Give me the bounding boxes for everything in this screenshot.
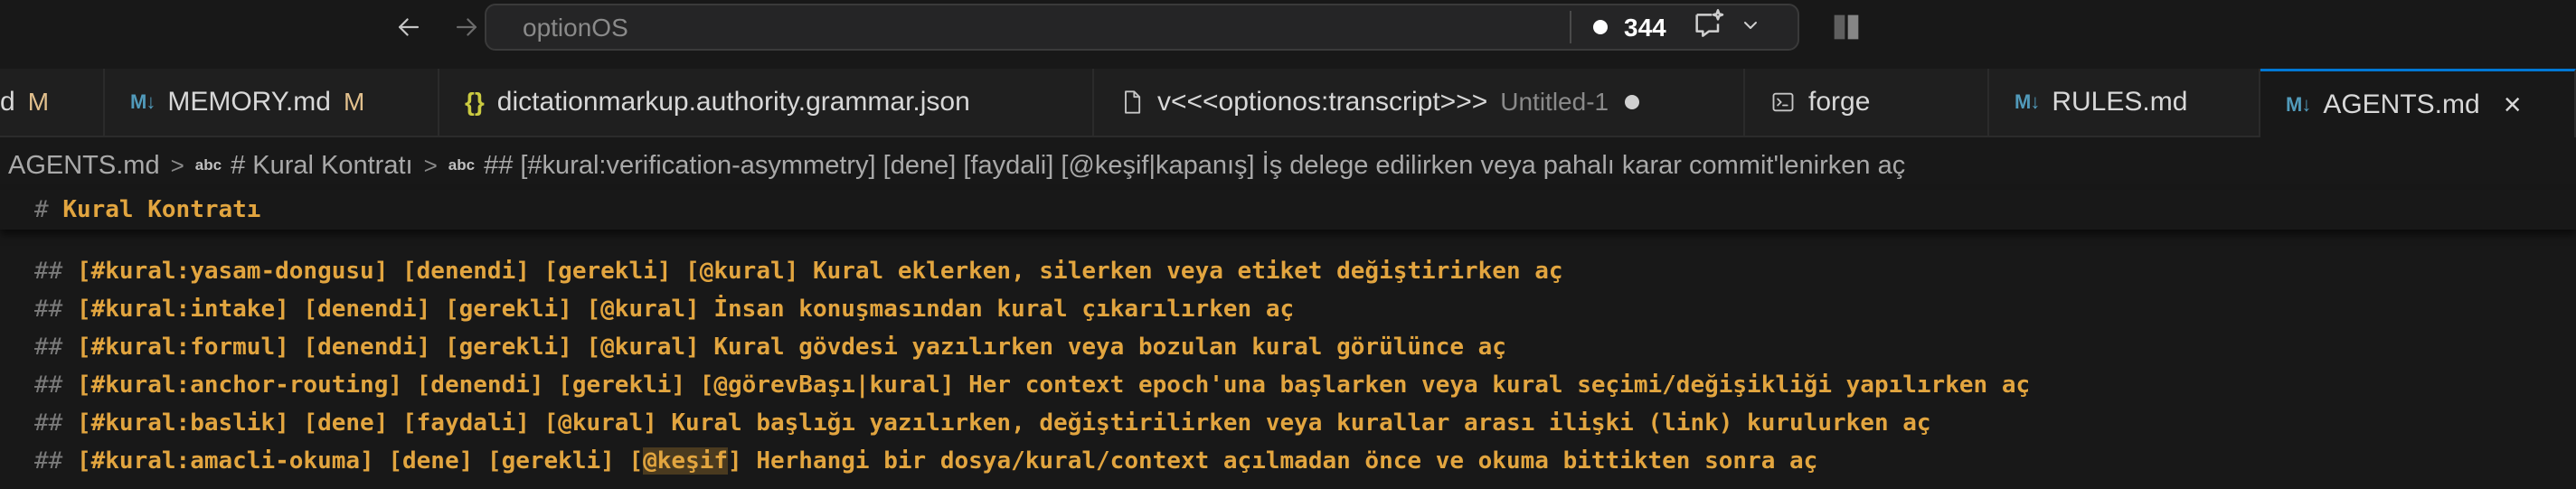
tab-label: MEMORY.md bbox=[167, 87, 331, 117]
tab-rules-md[interactable]: M↓ RULES.md bbox=[1989, 69, 2260, 136]
code-line: ## [#kural:intake] [denendi] [gerekli] [… bbox=[34, 291, 1294, 327]
heading-marker: ## bbox=[34, 334, 63, 361]
heading-text: [#kural:anchor-routing] [denendi] [gerek… bbox=[76, 371, 2031, 399]
sticky-scroll-header[interactable]: # Kural Kontratı bbox=[0, 190, 2576, 230]
markdown-icon: M↓ bbox=[2015, 90, 2040, 113]
back-button[interactable] bbox=[389, 7, 429, 47]
tab-grammar-json[interactable]: {} dictationmarkup.authority.grammar.jso… bbox=[439, 69, 1094, 136]
tab-partial[interactable]: d M bbox=[0, 69, 105, 136]
breadcrumb: ↓ AGENTS.md > abc # Kural Kontratı > abc… bbox=[0, 137, 2576, 193]
heading-text-start: [#kural:amacli-okuma] [dene] [gerekli] [ bbox=[76, 447, 644, 475]
chevron-right-icon: > bbox=[170, 151, 184, 179]
command-center-search[interactable]: optionOS 344 bbox=[485, 4, 1799, 51]
code-line: ## [#kural:formul] [denendi] [gerekli] [… bbox=[34, 329, 1506, 365]
close-tab-icon[interactable]: × bbox=[2504, 89, 2522, 120]
breadcrumb-section[interactable]: # Kural Kontratı bbox=[231, 151, 413, 181]
heading-text: [#kural:baslik] [dene] [faydali] [@kural… bbox=[76, 409, 1931, 437]
tab-agents-md[interactable]: M↓ AGENTS.md × bbox=[2260, 69, 2576, 137]
tab-label: v<<<optionos:transcript>>> bbox=[1157, 87, 1488, 117]
tab-label: forge bbox=[1808, 87, 1871, 117]
tab-label: d bbox=[0, 87, 15, 117]
tab-forge[interactable]: forge bbox=[1745, 69, 1989, 136]
chevron-right-icon: > bbox=[423, 151, 438, 179]
count-badge: 344 bbox=[1624, 14, 1666, 42]
heading-marker: # bbox=[34, 196, 49, 223]
editor-tab-bar: d M M↓ MEMORY.md M {} dictationmarkup.au… bbox=[0, 69, 2576, 137]
code-line: # Kural Kontratı bbox=[34, 192, 260, 228]
string-symbol-icon: abc bbox=[194, 156, 222, 174]
heading-text: [#kural:intake] [denendi] [gerekli] [@ku… bbox=[76, 296, 1295, 323]
heading-text-end: ] Herhangi bir dosya/kural/context açılm… bbox=[728, 447, 1818, 475]
code-line: ## [#kural:amacli-okuma] [dene] [gerekli… bbox=[34, 443, 1817, 479]
markdown-icon: M↓ bbox=[2286, 92, 2311, 116]
breadcrumb-file[interactable]: AGENTS.md bbox=[8, 151, 160, 181]
breadcrumb-subsection[interactable]: ## [#kural:verification-asymmetry] [dene… bbox=[484, 151, 1905, 181]
code-editor[interactable]: ## [#kural:yasam-dongusu] [denendi] [ger… bbox=[0, 253, 2576, 489]
tab-transcript-untitled[interactable]: v<<<optionos:transcript>>> Untitled-1 bbox=[1094, 69, 1745, 136]
heading-marker: ## bbox=[34, 296, 63, 323]
terminal-icon bbox=[1770, 89, 1796, 115]
file-icon bbox=[1119, 89, 1145, 116]
heading-text: [#kural:yasam-dongusu] [denendi] [gerekl… bbox=[76, 258, 1563, 285]
unsaved-dot-icon bbox=[1625, 95, 1640, 109]
tab-label: AGENTS.md bbox=[2323, 89, 2480, 119]
json-braces-icon: {} bbox=[465, 88, 485, 116]
markdown-icon: M↓ bbox=[130, 90, 156, 113]
string-symbol-icon: abc bbox=[448, 156, 476, 174]
tab-description: Untitled-1 bbox=[1500, 88, 1609, 116]
heading-text: [#kural:formul] [denendi] [gerekli] [@ku… bbox=[76, 334, 1506, 361]
layout-panel-icon[interactable] bbox=[1828, 9, 1864, 45]
chevron-down-icon bbox=[1744, 22, 1757, 29]
search-match-highlight: @keşif bbox=[643, 447, 729, 475]
code-line: ## [#kural:anchor-routing] [denendi] [ge… bbox=[34, 367, 2030, 403]
status-dot-icon bbox=[1593, 20, 1608, 34]
tab-label: RULES.md bbox=[2052, 87, 2188, 117]
arrow-right-icon bbox=[456, 18, 477, 36]
chat-sparkle-icon bbox=[1695, 9, 1724, 37]
tab-memory-md[interactable]: M↓ MEMORY.md M bbox=[105, 69, 439, 136]
title-bar: optionOS 344 bbox=[0, 0, 2576, 54]
arrow-left-icon bbox=[398, 18, 420, 36]
modified-indicator: M bbox=[343, 88, 365, 116]
tab-label: dictationmarkup.authority.grammar.json bbox=[496, 87, 970, 117]
forward-button[interactable] bbox=[447, 7, 486, 47]
heading-marker: ## bbox=[34, 258, 63, 285]
heading-marker: ## bbox=[34, 447, 63, 475]
modified-indicator: M bbox=[27, 88, 50, 116]
code-line: ## [#kural:baslik] [dene] [faydali] [@ku… bbox=[34, 405, 1931, 441]
divider bbox=[1570, 11, 1571, 43]
heading-text: Kural Kontratı bbox=[62, 196, 261, 223]
heading-marker: ## bbox=[34, 371, 63, 399]
code-line: ## [#kural:yasam-dongusu] [denendi] [ger… bbox=[34, 253, 1563, 289]
search-text: optionOS bbox=[523, 14, 628, 42]
chat-button[interactable] bbox=[1691, 5, 1781, 45]
heading-marker: ## bbox=[34, 409, 63, 437]
